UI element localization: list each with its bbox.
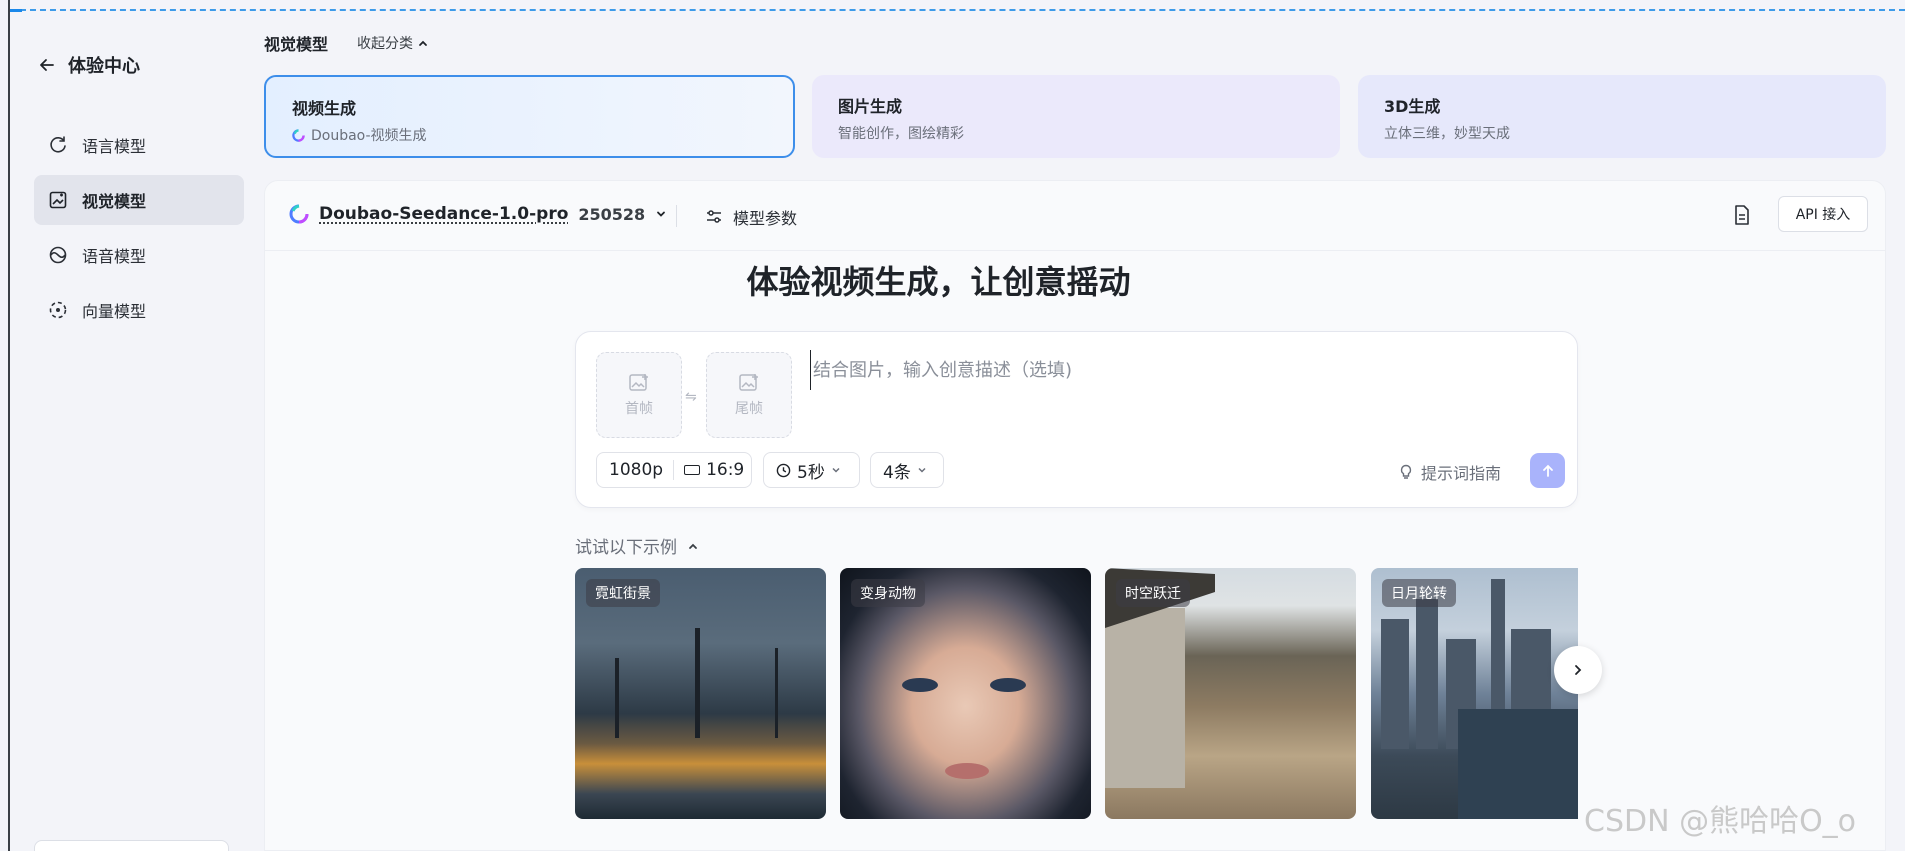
examples-toggle[interactable]: 试试以下示例 [575,533,699,558]
sidebar-item-label: 视觉模型 [82,188,146,212]
doubao-logo-icon [289,204,309,224]
prompt-guide-label: 提示词指南 [1421,460,1501,484]
hero-headline: 体验视频生成，让创意摇动 [265,257,1612,303]
vector-icon [48,300,68,320]
arrow-left-icon [38,56,56,74]
example-tag: 日月轮转 [1382,579,1456,607]
sidebar-item-label: 向量模型 [82,298,146,322]
chevron-up-icon [417,37,429,49]
model-selector[interactable]: Doubao-Seedance-1.0-pro 250528 [289,204,667,224]
collapse-label: 收起分类 [357,33,413,53]
old-house-wall [1105,608,1185,788]
sidebar-item-speech-model[interactable]: 语音模型 [34,230,244,280]
first-frame-upload[interactable]: 首帧 [596,352,682,438]
page-title: 视觉模型 [264,31,328,55]
duration-selector[interactable]: 5秒 [763,452,860,488]
chevron-down-icon [917,465,927,475]
doubao-logo-icon [292,129,305,142]
arrow-up-icon [1541,464,1555,478]
prompt-box: 首帧 ⇋ 尾帧 1080p 16:9 5秒 4条 提示词指南 [575,331,1578,508]
street-pole [775,648,778,738]
document-icon[interactable] [1730,203,1754,227]
example-transform-animal[interactable]: 变身动物 [840,568,1091,819]
lightbulb-icon [1399,464,1413,480]
example-day-night[interactable]: 日月轮转 [1371,568,1578,819]
portrait-lips [945,763,989,779]
model-params-button[interactable]: 模型参数 [705,205,797,229]
portrait-eye [902,678,938,692]
card-video-generation[interactable]: 视频生成 Doubao-视频生成 [264,75,795,158]
back-label: 体验中心 [68,52,140,78]
example-tag: 霓虹街景 [586,579,660,607]
sidebar-item-vector-model[interactable]: 向量模型 [34,285,244,335]
river [1458,709,1578,819]
example-neon-street[interactable]: 霓虹街景 [575,568,826,819]
example-tag: 变身动物 [851,579,925,607]
card-subtitle: Doubao-视频生成 [311,125,427,145]
sidebar-footer-card [34,840,229,851]
card-subtitle: 智能创作，图绘精彩 [838,123,1314,143]
model-version: 250528 [578,205,645,224]
selection-dashed-border [10,9,1905,11]
street-pole [695,628,700,738]
resolution-ratio-selector[interactable]: 1080p 16:9 [596,452,752,488]
api-access-button[interactable]: API 接入 [1778,196,1868,232]
swap-frames-icon[interactable]: ⇋ [685,389,697,405]
card-3d-generation[interactable]: 3D生成 立体三维，妙型天成 [1358,75,1886,158]
resolution-value: 1080p [609,460,663,480]
clock-icon [776,463,791,478]
card-title: 视频生成 [292,95,767,119]
chevron-down-icon [831,465,841,475]
ratio-group: 16:9 [684,460,744,480]
card-subtitle-row: Doubao-视频生成 [292,125,767,145]
csdn-watermark: CSDN @熊哈哈O_o [1584,796,1856,840]
chevron-right-icon [1571,663,1585,677]
send-button[interactable] [1530,453,1565,488]
first-frame-label: 首帧 [625,398,653,418]
chevron-down-icon [655,208,667,220]
sidebar-nav: 语言模型 视觉模型 语音模型 向量模型 [34,120,244,340]
card-subtitle: 立体三维，妙型天成 [1384,123,1860,143]
sliders-icon [705,208,723,226]
params-label: 模型参数 [733,205,797,229]
image-add-icon [628,372,650,394]
card-title: 3D生成 [1384,93,1860,117]
card-title: 图片生成 [838,93,1314,117]
count-selector[interactable]: 4条 [870,452,944,488]
sidebar-item-label: 语音模型 [82,243,146,267]
chip-separator [673,460,674,480]
city-building [1416,599,1438,749]
toolbar-divider [676,205,677,227]
count-value: 4条 [883,458,911,483]
street-pole [615,658,619,738]
examples-title: 试试以下示例 [575,533,677,558]
model-name: Doubao-Seedance-1.0-pro [319,204,568,224]
aspect-ratio-icon [684,465,700,475]
prompt-guide-link[interactable]: 提示词指南 [1399,460,1501,484]
image-add-icon [738,372,760,394]
example-time-travel[interactable]: 时空跃迁 [1105,568,1356,819]
city-building [1381,619,1409,749]
model-toolbar: Doubao-Seedance-1.0-pro 250528 模型参数 API … [265,181,1885,251]
duration-value: 5秒 [797,458,825,483]
last-frame-label: 尾帧 [735,398,763,418]
sidebar-item-vision-model[interactable]: 视觉模型 [34,175,244,225]
ratio-value: 16:9 [706,460,744,480]
sidebar-item-label: 语言模型 [82,133,146,157]
collapse-categories-button[interactable]: 收起分类 [357,33,429,53]
back-button[interactable]: 体验中心 [38,52,140,78]
chevron-up-icon [687,540,699,552]
image-edit-icon [48,190,68,210]
sidebar-item-language-model[interactable]: 语言模型 [34,120,244,170]
last-frame-upload[interactable]: 尾帧 [706,352,792,438]
carousel-next-button[interactable] [1554,646,1602,694]
example-tag: 时空跃迁 [1116,579,1190,607]
portrait-eye [990,678,1026,692]
refresh-icon [48,135,68,155]
main-panel: Doubao-Seedance-1.0-pro 250528 模型参数 API … [264,180,1886,851]
card-image-generation[interactable]: 图片生成 智能创作，图绘精彩 [812,75,1340,158]
wave-icon [48,245,68,265]
prompt-input[interactable] [810,350,1550,390]
